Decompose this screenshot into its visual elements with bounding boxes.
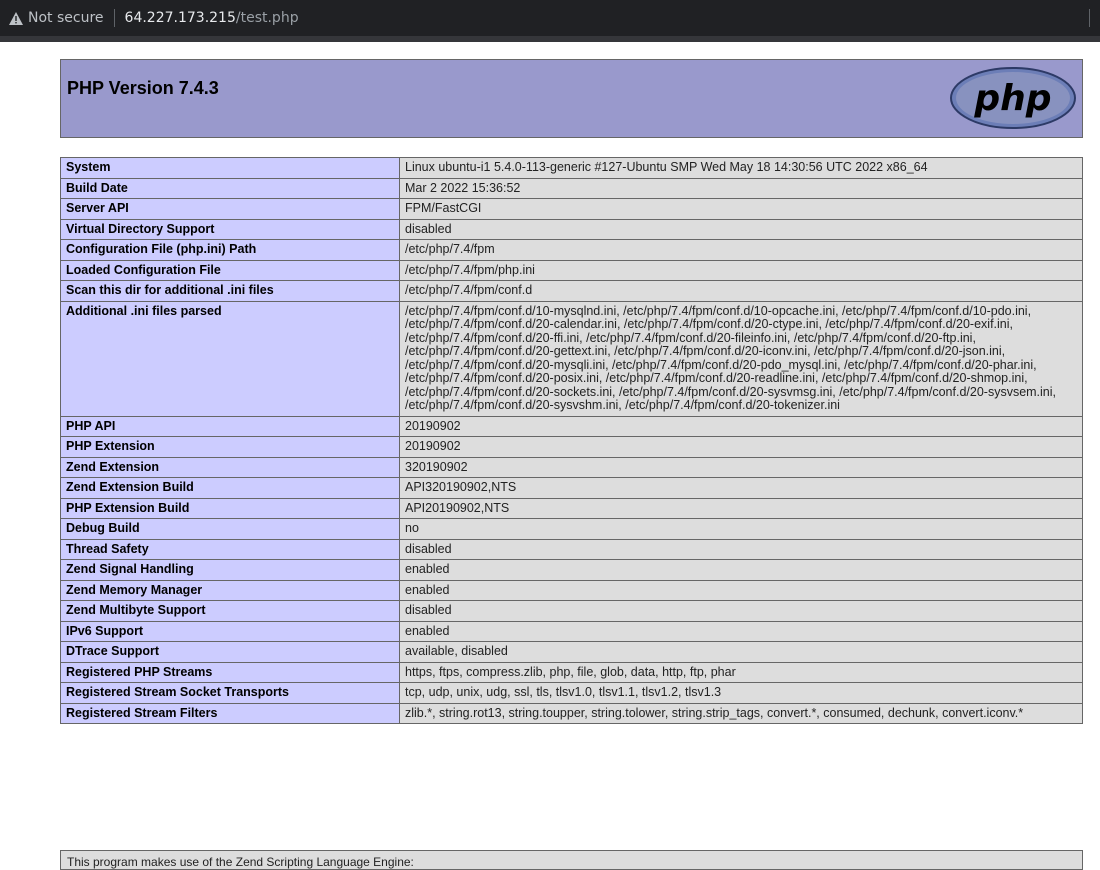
table-row: Registered Stream Filters zlib.*, string.… xyxy=(60,702,1083,724)
table-row: Build Date Mar 2 2022 15:36:52 xyxy=(60,177,1083,199)
row-value: zlib.*, string.rot13, string.toupper, st… xyxy=(399,702,1083,724)
table-row: Registered Stream Socket Transports tcp, … xyxy=(60,682,1083,704)
row-value: disabled xyxy=(399,538,1083,560)
row-label: DTrace Support xyxy=(60,641,400,663)
table-row: Server API FPM/FastCGI xyxy=(60,198,1083,220)
row-value: /etc/php/7.4/fpm/conf.d/10-mysqlnd.ini, … xyxy=(399,300,1083,417)
table-row: Zend Signal Handling enabled xyxy=(60,559,1083,581)
table-row: Virtual Directory Support disabled xyxy=(60,218,1083,240)
row-value: /etc/php/7.4/fpm/conf.d xyxy=(399,280,1083,302)
row-value: API20190902,NTS xyxy=(399,497,1083,519)
row-value: API320190902,NTS xyxy=(399,477,1083,499)
table-row: IPv6 Support enabled xyxy=(60,620,1083,642)
row-label: Virtual Directory Support xyxy=(60,218,400,240)
row-label: IPv6 Support xyxy=(60,620,400,642)
row-label: Additional .ini files parsed xyxy=(60,300,400,417)
row-value: tcp, udp, unix, udg, ssl, tls, tlsv1.0, … xyxy=(399,682,1083,704)
row-label: PHP Extension xyxy=(60,436,400,458)
row-label: Loaded Configuration File xyxy=(60,259,400,281)
security-label[interactable]: Not secure xyxy=(28,10,104,26)
row-value: FPM/FastCGI xyxy=(399,198,1083,220)
row-value: disabled xyxy=(399,218,1083,240)
url-path[interactable]: /test.php xyxy=(236,10,299,26)
row-label: Zend Memory Manager xyxy=(60,579,400,601)
url-host[interactable]: 64.227.173.215 xyxy=(125,10,236,26)
row-label: Scan this dir for additional .ini files xyxy=(60,280,400,302)
table-row: System Linux ubuntu-i1 5.4.0-113-generic … xyxy=(60,157,1083,179)
row-label: System xyxy=(60,157,400,179)
row-label: Thread Safety xyxy=(60,538,400,560)
configuration-table: System Linux ubuntu-i1 5.4.0-113-generic … xyxy=(60,157,1083,724)
logo-text: php xyxy=(973,78,1051,119)
row-label: PHP API xyxy=(60,415,400,437)
row-label: Zend Extension xyxy=(60,456,400,478)
row-value: enabled xyxy=(399,620,1083,642)
table-row: Zend Memory Manager enabled xyxy=(60,579,1083,601)
table-row: Zend Multibyte Support disabled xyxy=(60,600,1083,622)
php-logo[interactable]: php xyxy=(949,66,1077,130)
row-label: Zend Extension Build xyxy=(60,477,400,499)
row-value: enabled xyxy=(399,559,1083,581)
row-value: Mar 2 2022 15:36:52 xyxy=(399,177,1083,199)
table-row: Zend Extension Build API320190902,NTS xyxy=(60,477,1083,499)
row-value: Linux ubuntu-i1 5.4.0-113-generic #127-U… xyxy=(399,157,1083,179)
row-label: Zend Signal Handling xyxy=(60,559,400,581)
row-label: Registered PHP Streams xyxy=(60,661,400,683)
row-label: Build Date xyxy=(60,177,400,199)
row-value: /etc/php/7.4/fpm xyxy=(399,239,1083,261)
row-label: Registered Stream Socket Transports xyxy=(60,682,400,704)
table-row: Debug Build no xyxy=(60,518,1083,540)
row-value: disabled xyxy=(399,600,1083,622)
table-row: Registered PHP Streams https, ftps, compr… xyxy=(60,661,1083,683)
toolbar-separator xyxy=(0,36,1100,42)
row-label: PHP Extension Build xyxy=(60,497,400,519)
row-label: Configuration File (php.ini) Path xyxy=(60,239,400,261)
table-row: PHP API 20190902 xyxy=(60,415,1083,437)
zend-engine-box: This program makes use of the Zend Scrip… xyxy=(60,850,1083,870)
table-row: Thread Safety disabled xyxy=(60,538,1083,560)
table-row: DTrace Support available, disabled xyxy=(60,641,1083,663)
row-value: https, ftps, compress.zlib, php, file, g… xyxy=(399,661,1083,683)
table-row: Scan this dir for additional .ini files /… xyxy=(60,280,1083,302)
row-value: 20190902 xyxy=(399,436,1083,458)
table-row: Additional .ini files parsed/etc/php/7.4… xyxy=(60,300,1083,417)
table-row: PHP Extension 20190902 xyxy=(60,436,1083,458)
php-header: PHP Version 7.4.3 php xyxy=(60,59,1083,138)
address-bar[interactable]: Not secure 64.227.173.215/test.php xyxy=(0,0,1100,36)
row-label: Zend Multibyte Support xyxy=(60,600,400,622)
divider xyxy=(1089,9,1090,27)
row-label: Registered Stream Filters xyxy=(60,702,400,724)
table-row: Loaded Configuration File/etc/php/7.4/fp… xyxy=(60,259,1083,281)
row-value: no xyxy=(399,518,1083,540)
row-value: 20190902 xyxy=(399,415,1083,437)
warning-icon[interactable] xyxy=(8,10,24,26)
table-row: Zend Extension 320190902 xyxy=(60,456,1083,478)
page-title: PHP Version 7.4.3 xyxy=(67,78,219,98)
row-label: Server API xyxy=(60,198,400,220)
row-value: available, disabled xyxy=(399,641,1083,663)
divider xyxy=(113,9,115,27)
row-value: 320190902 xyxy=(399,456,1083,478)
zend-engine-text: This program makes use of the Zend Scrip… xyxy=(67,855,414,869)
row-value: /etc/php/7.4/fpm/php.ini xyxy=(399,259,1083,281)
table-row: PHP Extension Build API20190902,NTS xyxy=(60,497,1083,519)
row-label: Debug Build xyxy=(60,518,400,540)
table-row: Configuration File (php.ini) Path/etc/ph… xyxy=(60,239,1083,261)
row-value: enabled xyxy=(399,579,1083,601)
